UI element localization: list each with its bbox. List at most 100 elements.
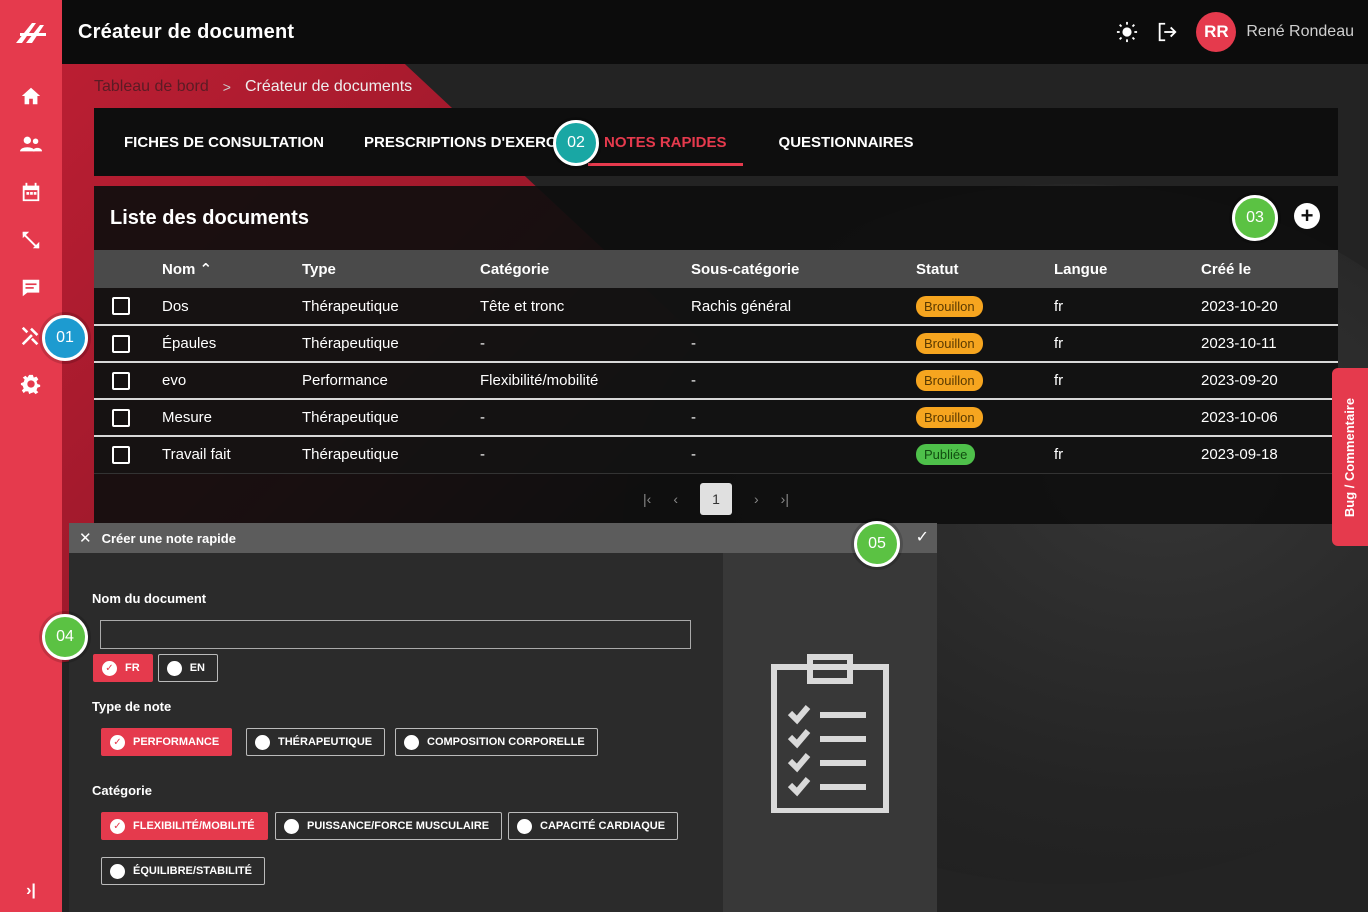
category-cardio-option[interactable]: CAPACITÉ CARDIAQUE (508, 812, 679, 840)
app-logo[interactable] (0, 0, 62, 64)
category-balance-option[interactable]: ÉQUILIBRE/STABILITÉ (101, 857, 265, 885)
user-name[interactable]: René Rondeau (1246, 23, 1354, 41)
cell-created: 2023-09-20 (1201, 372, 1278, 389)
cell-name: Mesure (162, 409, 213, 426)
cell-category: - (480, 446, 485, 464)
option-label: ÉQUILIBRE/STABILITÉ (133, 865, 252, 877)
sidebar-item-exercises[interactable] (0, 216, 62, 264)
last-page-button[interactable]: ›| (781, 491, 789, 507)
column-category[interactable]: Catégorie (480, 250, 691, 288)
tab-questionnaires[interactable]: QUESTIONNAIRES (775, 108, 918, 176)
cell-type: Thérapeutique (302, 409, 399, 426)
document-name-input[interactable] (100, 620, 691, 649)
note-preview (723, 553, 937, 912)
cell-language: fr (1054, 446, 1064, 464)
cell-created: 2023-10-06 (1201, 409, 1278, 426)
cell-created: 2023-09-18 (1201, 446, 1278, 464)
breadcrumb-current: Créateur de documents (244, 78, 413, 95)
sidebar-item-settings[interactable] (0, 360, 62, 408)
status-badge: Brouillon (916, 333, 983, 354)
sidebar-item-home[interactable] (0, 72, 62, 120)
lang-fr-label: FR (125, 662, 140, 674)
users-icon (20, 136, 42, 152)
row-checkbox[interactable] (112, 371, 130, 390)
type-performance-option[interactable]: ✓ PERFORMANCE (101, 728, 233, 756)
radio-icon (284, 818, 299, 834)
cell-language: fr (1054, 297, 1064, 315)
breadcrumb-dashboard[interactable]: Tableau de bord (94, 78, 209, 96)
sidebar-item-calendar[interactable] (0, 168, 62, 216)
category-strength-option[interactable]: PUISSANCE/FORCE MUSCULAIRE (275, 812, 503, 840)
cell-created: 2023-10-11 (1201, 335, 1277, 352)
option-label: CAPACITÉ CARDIAQUE (540, 820, 666, 832)
cell-name: Travail fait (162, 446, 231, 464)
logout-icon[interactable] (1156, 21, 1178, 43)
calendar-icon (22, 182, 40, 202)
tab-prescriptions[interactable]: PRESCRIPTIONS D'EXERCICES (360, 108, 556, 176)
sidebar-item-messages[interactable] (0, 264, 62, 312)
cell-subcategory: - (691, 409, 696, 426)
cell-subcategory: - (691, 335, 696, 352)
row-checkbox[interactable] (112, 445, 130, 464)
cell-category: Flexibilité/mobilité (480, 372, 599, 389)
avatar[interactable]: RR (1196, 12, 1237, 52)
column-subcategory[interactable]: Sous-catégorie (691, 250, 916, 288)
table-row[interactable]: Mesure Thérapeutique - - Brouillon 2023-… (94, 399, 1338, 436)
table-row[interactable]: evo Performance Flexibilité/mobilité - B… (94, 362, 1338, 399)
quick-note-title: Créer une note rapide (101, 530, 236, 546)
document-list-panel: Liste des documents + Nom ⌃ Type Catégor… (94, 186, 1338, 524)
column-type[interactable]: Type (302, 250, 480, 288)
status-badge: Publiée (916, 444, 976, 466)
annotation-marker-05: 05 (854, 521, 900, 567)
option-label: PUISSANCE/FORCE MUSCULAIRE (307, 820, 490, 832)
tab-consultation[interactable]: FICHES DE CONSULTATION (120, 108, 328, 176)
top-bar: Créateur de document RR René Rondeau (0, 0, 1368, 64)
next-page-button[interactable]: › (754, 491, 759, 507)
table-row[interactable]: Travail fait Thérapeutique - - Publiée f… (94, 436, 1338, 473)
tab-quick-notes[interactable]: NOTES RAPIDES (588, 108, 743, 176)
row-checkbox[interactable] (112, 297, 130, 316)
lang-fr-toggle[interactable]: ✓ FR (93, 654, 153, 682)
cell-type: Thérapeutique (302, 446, 399, 464)
breadcrumb: Tableau de bord > Créateur de documents (94, 78, 412, 96)
first-page-button[interactable]: |‹ (643, 491, 651, 507)
theme-toggle-icon[interactable] (1116, 21, 1138, 43)
cell-category: - (480, 409, 485, 426)
cell-created: 2023-10-20 (1201, 297, 1278, 315)
prev-page-button[interactable]: ‹ (673, 491, 678, 507)
bug-report-tab[interactable]: Bug / Commentaire (1332, 368, 1368, 546)
add-document-button[interactable]: + (1294, 203, 1320, 229)
column-language[interactable]: Langue (1054, 250, 1201, 288)
row-checkbox[interactable] (112, 408, 130, 427)
cell-type: Thérapeutique (302, 297, 399, 315)
category-flexibility-option[interactable]: ✓ FLEXIBILITÉ/MOBILITÉ (101, 812, 268, 840)
lang-en-toggle[interactable]: EN (158, 654, 218, 682)
page-1-button[interactable]: 1 (700, 482, 732, 515)
page-title: Créateur de document (78, 20, 295, 43)
close-icon[interactable]: ✕ (79, 529, 92, 547)
row-checkbox[interactable] (112, 334, 130, 353)
option-label: THÉRAPEUTIQUE (278, 736, 373, 748)
chat-icon (22, 279, 40, 297)
column-status[interactable]: Statut (916, 250, 1054, 288)
annotation-marker-03: 03 (1232, 195, 1278, 241)
category-label: Catégorie (92, 783, 152, 798)
type-body-composition-option[interactable]: COMPOSITION CORPORELLE (395, 728, 598, 756)
clipboard-checklist-icon (771, 653, 889, 813)
home-icon (21, 87, 41, 105)
cell-subcategory: - (691, 446, 696, 464)
document-table: Nom ⌃ Type Catégorie Sous-catégorie Stat… (94, 250, 1338, 474)
table-row[interactable]: Dos Thérapeutique Tête et tronc Rachis g… (94, 288, 1338, 325)
confirm-check-icon[interactable]: ✓ (916, 527, 929, 547)
column-name[interactable]: Nom ⌃ (162, 250, 302, 288)
table-row[interactable]: Épaules Thérapeutique - - Brouillon fr 2… (94, 325, 1338, 362)
cell-language: fr (1054, 372, 1064, 389)
table-header-row: Nom ⌃ Type Catégorie Sous-catégorie Stat… (94, 250, 1338, 288)
column-created[interactable]: Créé le (1201, 250, 1338, 288)
document-tabs: FICHES DE CONSULTATION PRESCRIPTIONS D'E… (94, 108, 1338, 176)
radio-icon (110, 863, 125, 879)
sidebar-collapse-button[interactable]: ›| (0, 882, 62, 900)
status-badge: Brouillon (916, 295, 983, 317)
type-therapeutic-option[interactable]: THÉRAPEUTIQUE (246, 728, 386, 756)
sidebar-item-clients[interactable] (0, 120, 62, 168)
